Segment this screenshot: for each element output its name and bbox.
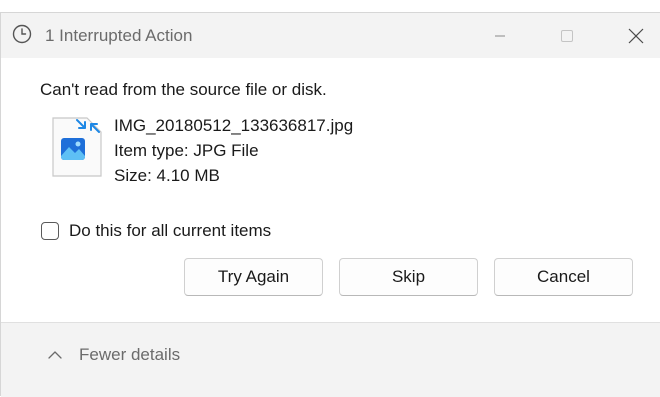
cancel-button[interactable]: Cancel xyxy=(494,258,633,296)
fewer-details-label[interactable]: Fewer details xyxy=(79,345,180,365)
try-again-button[interactable]: Try Again xyxy=(184,258,323,296)
fewer-details-toggle[interactable]: Fewer details xyxy=(47,345,180,365)
title-bar[interactable]: 1 Interrupted Action xyxy=(1,13,660,58)
interrupted-action-dialog: 1 Interrupted Action Can't read from the… xyxy=(0,12,660,397)
file-name: IMG_20180512_133636817.jpg xyxy=(114,116,354,135)
chevron-up-icon xyxy=(48,351,62,359)
apply-to-all-checkbox[interactable] xyxy=(41,222,59,240)
image-file-icon xyxy=(52,117,102,177)
clock-icon xyxy=(12,24,32,44)
maximize-icon xyxy=(561,29,573,42)
close-button[interactable] xyxy=(611,13,660,58)
skip-button[interactable]: Skip xyxy=(339,258,478,296)
close-icon xyxy=(628,28,644,43)
dialog-body: Can't read from the source file or disk.… xyxy=(1,58,660,323)
window-title: 1 Interrupted Action xyxy=(45,26,193,45)
file-type: Item type: JPG File xyxy=(114,141,259,160)
maximize-button[interactable] xyxy=(540,13,594,58)
minimize-button[interactable] xyxy=(473,13,527,58)
dialog-footer: Fewer details xyxy=(1,323,660,397)
error-message: Can't read from the source file or disk. xyxy=(40,80,327,99)
minimize-icon xyxy=(495,35,505,36)
apply-to-all-label[interactable]: Do this for all current items xyxy=(69,221,271,241)
apply-to-all-row[interactable]: Do this for all current items xyxy=(41,221,271,241)
file-info: IMG_20180512_133636817.jpg Item type: JP… xyxy=(114,113,353,188)
file-size: Size: 4.10 MB xyxy=(114,166,220,185)
